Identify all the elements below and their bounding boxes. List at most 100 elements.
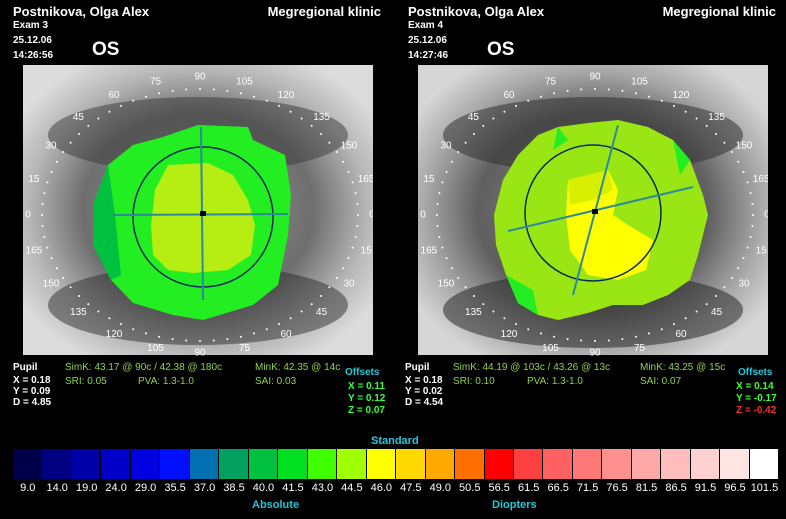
degree-label: 45 bbox=[316, 307, 328, 318]
degree-tick bbox=[457, 277, 460, 279]
degree-tick bbox=[351, 181, 354, 184]
degree-tick bbox=[310, 303, 313, 306]
degree-tick bbox=[445, 170, 448, 173]
scale-title: Standard bbox=[371, 435, 419, 447]
degree-tick bbox=[695, 310, 698, 313]
degree-tick bbox=[97, 310, 100, 313]
degree-tick bbox=[328, 141, 331, 144]
degree-label: 120 bbox=[673, 90, 690, 101]
degree-tick bbox=[730, 277, 733, 279]
offset-x: X = 0.14 bbox=[736, 381, 774, 392]
degree-tick bbox=[320, 133, 322, 135]
degree-tick bbox=[46, 181, 49, 184]
degree-tick bbox=[357, 214, 359, 216]
degree-label: 45 bbox=[73, 112, 85, 123]
degree-tick bbox=[438, 192, 441, 195]
degree-tick bbox=[158, 92, 161, 95]
degree-tick bbox=[492, 117, 495, 120]
degree-tick bbox=[50, 170, 53, 173]
degree-tick bbox=[239, 92, 242, 95]
scale-swatch bbox=[160, 449, 190, 479]
offset-y: Y = 0.12 bbox=[348, 393, 386, 404]
degree-tick bbox=[457, 151, 460, 153]
degree-tick bbox=[695, 117, 698, 120]
patient-name: Postnikova, Olga Alex bbox=[408, 4, 545, 19]
degree-tick bbox=[171, 89, 174, 92]
simk: SimK: 43.17 @ 90c / 42.38 @ 180c bbox=[65, 362, 223, 373]
degree-label: 135 bbox=[70, 307, 87, 318]
degree-tick bbox=[473, 133, 475, 135]
offsets-label: Offsets bbox=[738, 367, 773, 378]
scale-value: 50.5 bbox=[459, 482, 481, 494]
degree-tick bbox=[752, 214, 754, 216]
degree-tick bbox=[120, 323, 122, 326]
degree-tick bbox=[660, 328, 663, 331]
degree-tick bbox=[673, 323, 675, 326]
scale-swatch bbox=[720, 449, 750, 479]
degree-tick bbox=[300, 117, 303, 120]
degree-tick bbox=[540, 332, 542, 335]
topography-map-left[interactable]: 0 15 30 45 60 75 90 105 120 135 150 165 0 15 30 45 60 75 9… bbox=[23, 65, 373, 365]
degree-tick bbox=[310, 124, 313, 127]
offset-x: X = 0.11 bbox=[348, 381, 385, 392]
offset-z: Z = 0.07 bbox=[348, 405, 385, 416]
scale-swatch bbox=[101, 449, 131, 479]
degree-tick bbox=[673, 104, 675, 107]
degree-tick bbox=[347, 257, 350, 260]
scale-swatch bbox=[455, 449, 485, 479]
mink: MinK: 43.25 @ 15c bbox=[640, 362, 726, 373]
degree-label: 135 bbox=[465, 307, 482, 318]
degree-tick bbox=[356, 203, 359, 205]
degree-tick bbox=[648, 95, 650, 98]
degree-tick bbox=[436, 214, 438, 216]
degree-tick bbox=[634, 335, 637, 338]
degree-tick bbox=[515, 323, 517, 326]
topography-map-right[interactable]: 0 15 30 45 60 75 90 105 120 135 150 165 0 15 30 45 60 75 9… bbox=[418, 65, 768, 365]
degree-tick bbox=[199, 88, 201, 90]
scale-swatch bbox=[572, 449, 603, 479]
scale-value: 81.5 bbox=[635, 482, 658, 494]
offset-y: Y = -0.17 bbox=[736, 393, 777, 404]
mink: MinK: 42.35 @ 14c bbox=[255, 362, 341, 373]
scale-swatch bbox=[749, 449, 780, 479]
scale-value: 43.0 bbox=[311, 482, 334, 494]
exam-panel-left: Postnikova, Olga Alex Megregional klinic… bbox=[0, 0, 391, 440]
degree-label: 75 bbox=[239, 343, 251, 354]
scale-value: 19.0 bbox=[75, 482, 98, 494]
degree-label: 120 bbox=[278, 90, 295, 101]
degree-tick bbox=[41, 214, 43, 216]
degree-tick bbox=[715, 133, 717, 135]
degree-label: 30 bbox=[440, 141, 452, 152]
scale-value: 35.5 bbox=[164, 482, 186, 494]
degree-label: 120 bbox=[106, 329, 123, 340]
degree-tick bbox=[503, 110, 506, 113]
degree-tick bbox=[553, 92, 556, 95]
degree-tick bbox=[55, 267, 58, 270]
pva: PVA: 1.3-1.0 bbox=[527, 376, 583, 387]
color-scale-bar bbox=[13, 449, 780, 479]
degree-tick bbox=[607, 339, 610, 342]
degree-tick bbox=[43, 192, 46, 195]
degree-tick bbox=[715, 295, 717, 297]
pupil-label: Pupil bbox=[13, 362, 38, 373]
degree-label: 150 bbox=[341, 141, 358, 152]
scale-swatch bbox=[631, 449, 662, 479]
scale-value: 86.5 bbox=[665, 482, 687, 494]
eye-label: OS bbox=[92, 39, 120, 60]
scale-value: 49.0 bbox=[429, 482, 451, 494]
degree-tick bbox=[580, 339, 583, 342]
degree-tick bbox=[78, 295, 80, 297]
degree-label: 15 bbox=[28, 174, 40, 185]
degree-tick bbox=[515, 104, 517, 107]
scale-swatch bbox=[219, 449, 249, 479]
stats-right: Pupil X = 0.18 Y = 0.02 D = 4.54 SimK: 4… bbox=[395, 362, 786, 422]
degree-tick bbox=[351, 246, 354, 249]
degree-label: 15 bbox=[756, 245, 768, 256]
exam-time: 14:27:46 bbox=[408, 50, 449, 61]
degree-tick bbox=[239, 335, 242, 338]
degree-tick bbox=[62, 277, 65, 279]
color-scale-labels: 9.0 14.0 19.0 24.0 29.0 35.5 37.0 38.5 40.0 41.5 4… bbox=[13, 482, 779, 494]
degree-tick bbox=[108, 110, 111, 113]
degree-tick bbox=[464, 286, 467, 289]
degree-label: 30 bbox=[738, 279, 750, 290]
